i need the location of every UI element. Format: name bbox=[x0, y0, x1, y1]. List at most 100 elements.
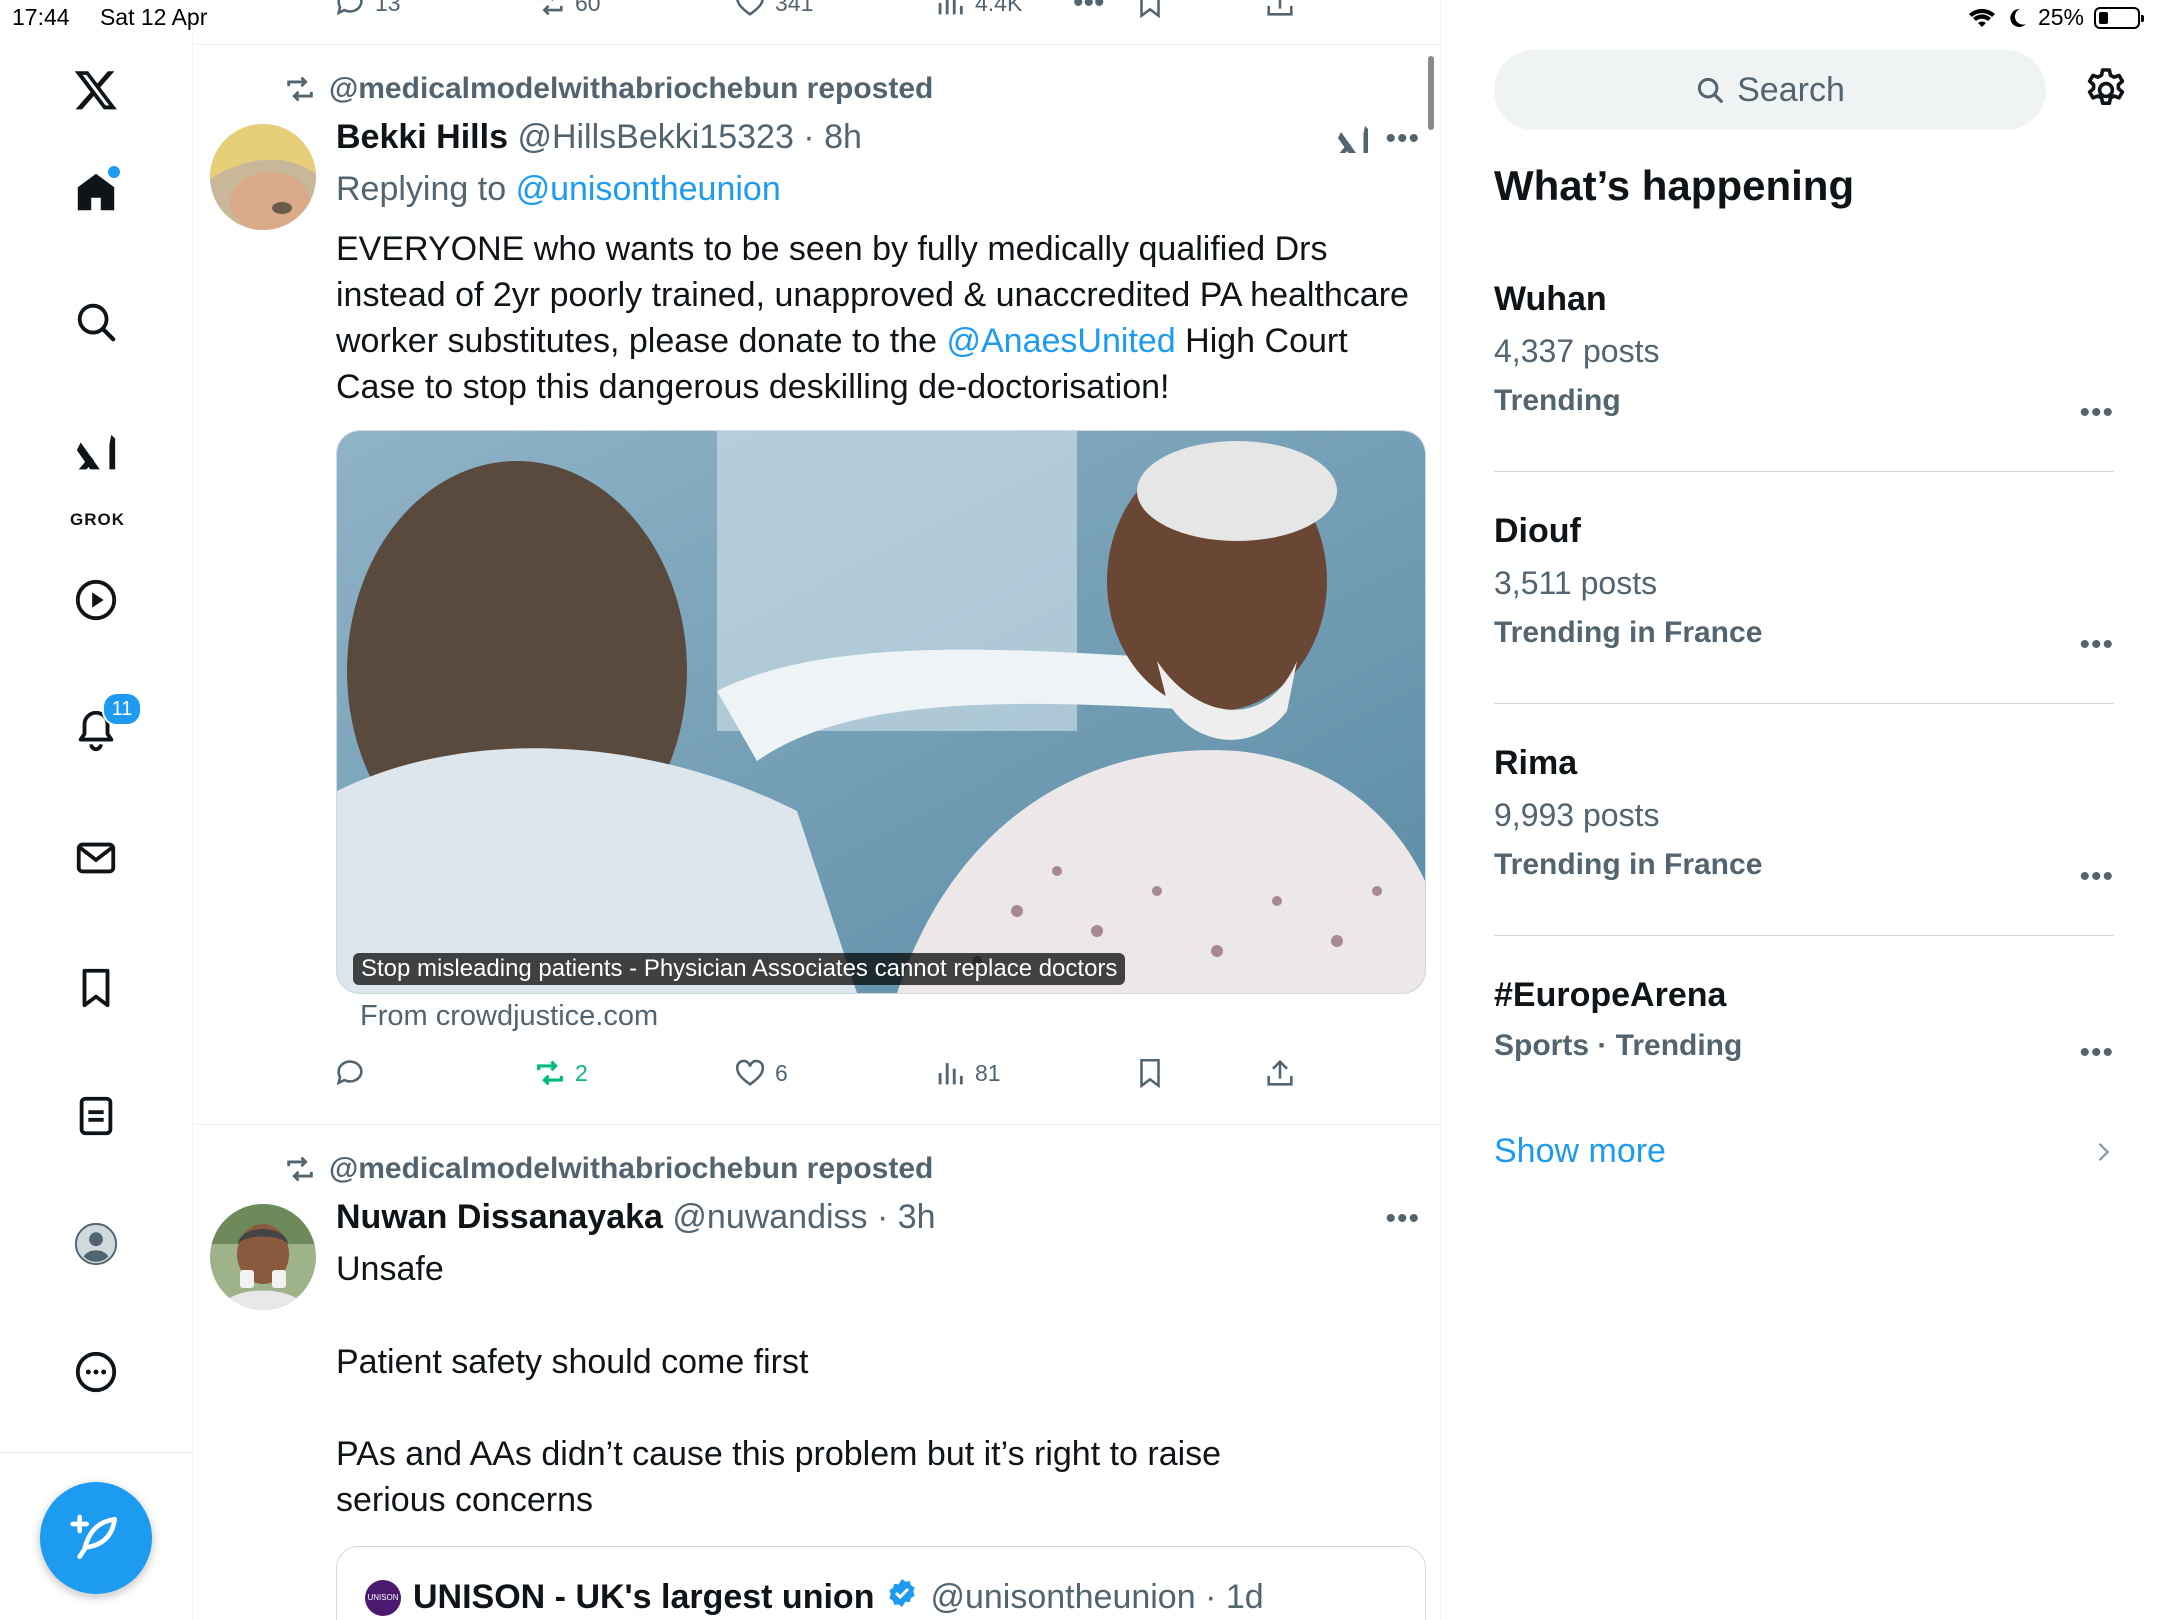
repost-attribution[interactable]: @medicalmodelwithabriochebun reposted bbox=[283, 72, 933, 106]
heart-icon bbox=[735, 1059, 765, 1086]
author-handle[interactable]: @HillsBekki15323 · 8h bbox=[517, 118, 861, 156]
overflow-dots-icon[interactable]: ••• bbox=[1073, 0, 1105, 20]
compose-post-button[interactable] bbox=[40, 1482, 152, 1594]
like-button[interactable]: 341 bbox=[733, 0, 813, 20]
reply-count: 13 bbox=[375, 0, 401, 16]
chevron-right-icon[interactable] bbox=[2089, 1138, 2117, 1166]
repost-attribution-text: @medicalmodelwithabriochebun reposted bbox=[329, 72, 934, 105]
author-name[interactable]: Bekki Hills bbox=[336, 118, 508, 156]
card-source[interactable]: From crowdjustice.com bbox=[360, 1000, 658, 1033]
trend-post-count: 4,337 posts bbox=[1494, 333, 1660, 369]
like-button[interactable]: 6 bbox=[733, 1056, 788, 1090]
post1-actions: 2 6 81 bbox=[333, 1056, 1333, 1096]
post-body-line3: PAs and AAs didn’t cause this problem bu… bbox=[336, 1435, 1222, 1519]
explore-search-icon[interactable] bbox=[70, 296, 122, 348]
trend-context: Trending bbox=[1494, 384, 1621, 417]
trend-item[interactable]: Rima 9,993 posts Trending in France ••• bbox=[1494, 744, 2114, 893]
trend-context: Trending in France bbox=[1494, 616, 1763, 649]
trend-item[interactable]: #EuropeArena Sports · Trending ••• bbox=[1494, 976, 2114, 1069]
home-icon[interactable] bbox=[70, 166, 122, 218]
bookmark-button[interactable] bbox=[1133, 0, 1167, 20]
post-body-line2: Patient safety should come first bbox=[336, 1343, 809, 1381]
notifications-bell-icon[interactable]: 11 bbox=[70, 692, 142, 756]
repost-count: 2 bbox=[575, 1059, 588, 1086]
bookmarks-icon[interactable] bbox=[70, 962, 122, 1014]
reply-icon bbox=[336, 0, 363, 16]
post-mention[interactable]: @AnaesUnited bbox=[946, 322, 1175, 360]
repost-icon bbox=[287, 76, 313, 102]
replying-to-handle[interactable]: @unisontheunion bbox=[516, 170, 781, 208]
grok-icon[interactable] bbox=[70, 428, 122, 480]
post-more-icon[interactable]: ••• bbox=[1385, 1202, 1420, 1236]
author-avatar[interactable] bbox=[210, 124, 316, 230]
main-timeline[interactable]: 13 60 341 4.4K ••• @medicalmodelwithabri… bbox=[193, 0, 1441, 1620]
lists-icon[interactable] bbox=[70, 1090, 122, 1142]
author-handle[interactable]: @nuwandiss · 3h bbox=[672, 1198, 935, 1236]
views-count: 81 bbox=[975, 1059, 1001, 1086]
post-body: EVERYONE who wants to be seen by fully m… bbox=[336, 226, 1426, 410]
share-icon bbox=[1267, 1059, 1293, 1086]
status-time: 17:44 bbox=[12, 4, 70, 30]
compose-feather-icon bbox=[70, 1514, 117, 1559]
previous-post-actions: 13 60 341 4.4K ••• bbox=[333, 0, 1333, 26]
author-name[interactable]: Nuwan Dissanayaka bbox=[336, 1198, 663, 1236]
repost-attribution[interactable]: @medicalmodelwithabriochebun reposted bbox=[283, 1152, 933, 1186]
settings-gear-icon[interactable] bbox=[2082, 66, 2130, 114]
replying-to-label: Replying to bbox=[336, 170, 507, 208]
post-separator bbox=[193, 44, 1440, 45]
grok-explain-icon[interactable] bbox=[1335, 122, 1371, 160]
reply-button[interactable] bbox=[333, 1056, 367, 1090]
quoted-post[interactable]: UNISON UNISON - UK's largest union @unis… bbox=[336, 1546, 1426, 1620]
trend-name: #EuropeArena bbox=[1494, 976, 1727, 1014]
profile-avatar-icon[interactable] bbox=[70, 1218, 122, 1270]
status-date: Sat 12 Apr bbox=[99, 4, 208, 30]
search-placeholder: Search bbox=[1737, 70, 1845, 109]
nav-divider bbox=[0, 1452, 192, 1453]
timeline-scrollbar[interactable] bbox=[1428, 56, 1434, 130]
bookmark-button[interactable] bbox=[1133, 1056, 1167, 1090]
views-count: 4.4K bbox=[975, 0, 1023, 16]
share-button[interactable] bbox=[1263, 0, 1297, 20]
trend-context: Sports · Trending bbox=[1494, 1029, 1743, 1062]
post-author-line[interactable]: Nuwan Dissanayaka @nuwandiss · 3h bbox=[336, 1198, 936, 1237]
post-more-icon[interactable]: ••• bbox=[1385, 122, 1420, 156]
grok-label: GROK bbox=[70, 510, 125, 529]
views-button[interactable]: 4.4K bbox=[933, 0, 1022, 20]
x-logo-icon[interactable] bbox=[70, 64, 122, 116]
quoted-author-name[interactable]: UNISON - UK's largest union bbox=[413, 1578, 874, 1617]
trend-more-icon[interactable]: ••• bbox=[2079, 628, 2114, 662]
heart-icon bbox=[736, 0, 764, 16]
author-avatar[interactable] bbox=[210, 1204, 316, 1310]
trend-post-count: 9,993 posts bbox=[1494, 797, 1660, 833]
trend-more-icon[interactable]: ••• bbox=[2079, 1036, 2114, 1070]
repost-icon bbox=[287, 1156, 313, 1182]
whats-happening-title: What’s happening bbox=[1494, 162, 1855, 209]
post-author-line[interactable]: Bekki Hills @HillsBekki15323 · 8h bbox=[336, 118, 862, 157]
notifications-badge: 11 bbox=[102, 692, 142, 726]
quoted-author-handle[interactable]: @unisontheunion · 1d bbox=[930, 1578, 1263, 1617]
search-bar[interactable]: Search bbox=[1494, 50, 2046, 130]
trend-item[interactable]: Wuhan 4,337 posts Trending ••• bbox=[1494, 280, 2114, 429]
repost-icon bbox=[537, 0, 563, 16]
repost-button[interactable]: 60 bbox=[533, 0, 601, 20]
card-caption: Stop misleading patients - Physician Ass… bbox=[353, 953, 1126, 985]
trend-context: Trending in France bbox=[1494, 848, 1763, 881]
trend-item[interactable]: Diouf 3,511 posts Trending in France ••• bbox=[1494, 512, 2114, 661]
more-options-icon[interactable] bbox=[70, 1346, 122, 1398]
trend-more-icon[interactable]: ••• bbox=[2079, 396, 2114, 430]
trend-name: Wuhan bbox=[1494, 280, 1607, 318]
show-more-link[interactable]: Show more bbox=[1494, 1132, 1666, 1171]
messages-mail-icon[interactable] bbox=[70, 832, 122, 884]
views-chart-icon bbox=[938, 1063, 963, 1085]
link-card-image[interactable]: Stop misleading patients - Physician Ass… bbox=[336, 430, 1426, 994]
video-play-icon[interactable] bbox=[70, 574, 122, 626]
search-icon bbox=[1698, 77, 1723, 103]
views-button[interactable]: 81 bbox=[933, 1056, 1001, 1090]
share-button[interactable] bbox=[1263, 1056, 1297, 1090]
quoted-author-avatar[interactable]: UNISON bbox=[365, 1579, 401, 1616]
trend-more-icon[interactable]: ••• bbox=[2079, 860, 2114, 894]
views-chart-icon bbox=[938, 0, 963, 15]
reply-button[interactable]: 13 bbox=[333, 0, 401, 20]
bookmark-icon bbox=[1140, 1058, 1160, 1089]
repost-button[interactable]: 2 bbox=[533, 1056, 588, 1090]
